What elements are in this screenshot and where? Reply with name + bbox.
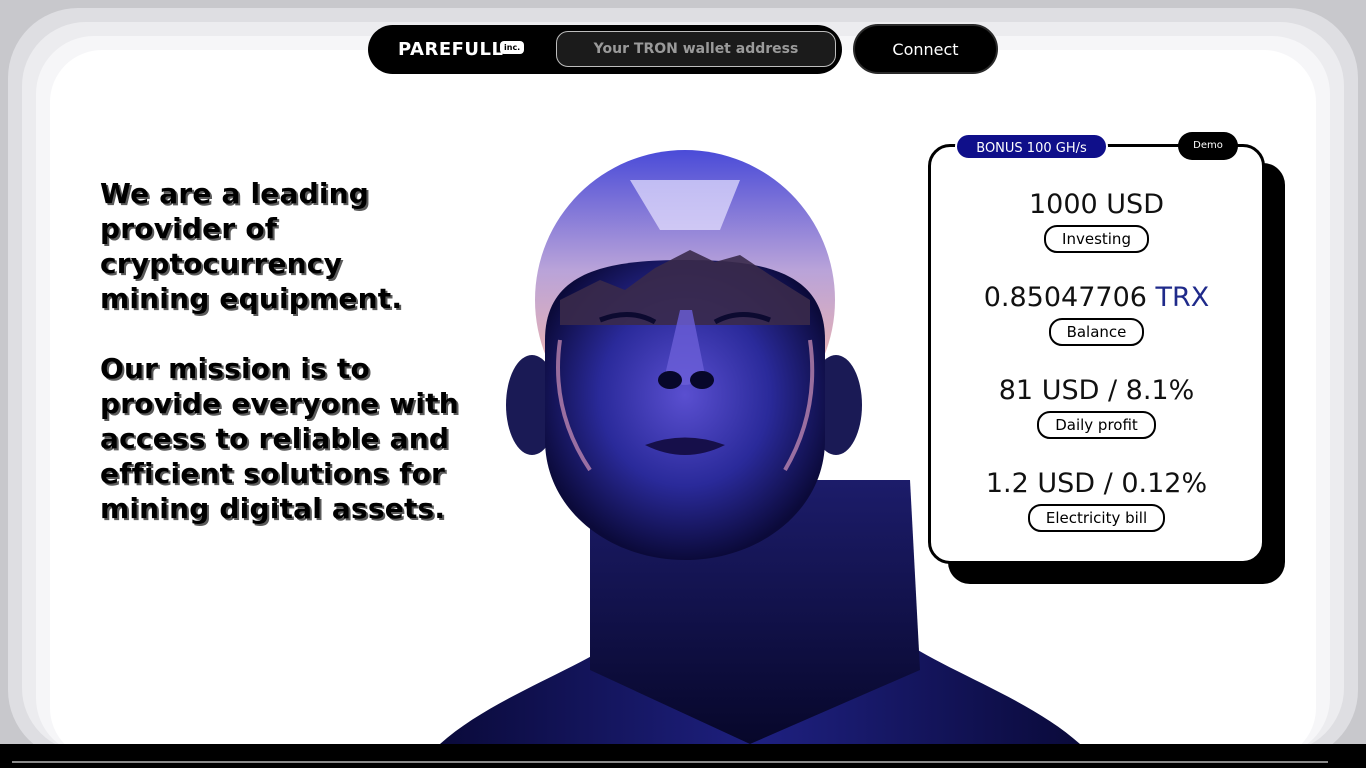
bottom-bar: [0, 744, 1366, 768]
stat-balance: 0.85047706 TRX Balance: [928, 282, 1265, 346]
demo-button[interactable]: Demo: [1178, 132, 1238, 160]
stat-investing: 1000 USD Investing: [928, 189, 1265, 253]
stat-label: Daily profit: [1037, 411, 1156, 439]
connect-button[interactable]: Connect: [853, 24, 998, 74]
mission-text: We are a leading provider of cryptocurre…: [100, 176, 460, 526]
header-bar: PAREFULL inc.: [368, 25, 842, 74]
bottom-divider: [12, 761, 1328, 763]
stat-value: 81 USD / 8.1%: [998, 375, 1195, 406]
stat-daily-profit: 81 USD / 8.1% Daily profit: [928, 375, 1265, 439]
stat-value: 0.85047706 TRX: [983, 282, 1210, 313]
stat-label: Electricity bill: [1027, 504, 1166, 532]
brand-logo[interactable]: PAREFULL: [398, 39, 503, 60]
intro-paragraph: We are a leading provider of cryptocurre…: [100, 177, 403, 315]
stat-electricity-bill: 1.2 USD / 0.12% Electricity bill: [928, 468, 1265, 532]
bonus-badge: BONUS 100 GH/s: [955, 133, 1108, 160]
stat-value: 1.2 USD / 0.12%: [985, 468, 1208, 499]
stat-unit: TRX: [1155, 282, 1210, 313]
wallet-address-input[interactable]: [556, 31, 836, 67]
stat-value: 1000 USD: [1029, 189, 1164, 220]
stat-label: Investing: [1044, 225, 1149, 253]
stat-label: Balance: [1048, 318, 1145, 346]
brand-badge: inc.: [500, 41, 525, 54]
mission-paragraph: Our mission is to provide everyone with …: [100, 352, 459, 525]
